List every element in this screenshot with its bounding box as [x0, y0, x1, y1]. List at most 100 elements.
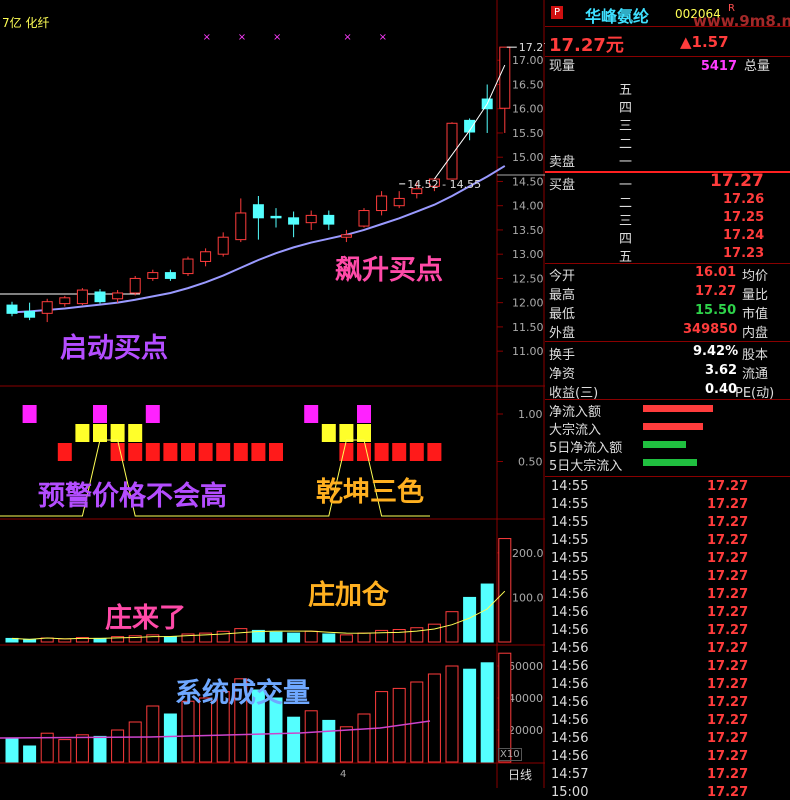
qk-red-block — [409, 443, 424, 461]
flow-net-bar — [643, 405, 713, 412]
surge-buy-label: 飙升买点 — [335, 255, 443, 286]
qiankun-label: 乾坤三色 — [316, 477, 424, 508]
tick-price: 17.27 — [707, 533, 749, 548]
volume-bar — [427, 623, 441, 643]
price-tick-label: 13.00 — [512, 248, 544, 261]
candle-body — [499, 46, 511, 109]
signal-marker: × — [379, 32, 387, 43]
tick-time: 14:56 — [551, 641, 589, 656]
stat-turnover-value: 9.42% — [693, 344, 739, 359]
sell-book-title: 卖盘 — [549, 155, 576, 170]
qk-red-block — [251, 443, 266, 461]
qk-red-block — [357, 443, 371, 461]
dealer-add-label: 庄加仓 — [308, 580, 389, 611]
ind-tick-label: 0.50 — [518, 456, 543, 469]
candle-body — [76, 289, 88, 305]
tick-time: 14:56 — [551, 731, 589, 746]
qk-red-block — [392, 443, 407, 461]
last-price: 17.27元 — [549, 35, 624, 56]
buy-level-3-label: 三 — [619, 214, 633, 229]
qk-red-block — [145, 443, 160, 461]
candle-body — [376, 195, 388, 212]
vol-tick-label: 100.0 — [512, 591, 544, 604]
kline-chart-area[interactable]: 17.00 16.50 16.00 15.50 15.00 14.50 14.00 13.50… — [0, 0, 545, 788]
qk-red-block — [163, 443, 178, 461]
tick-price: 17.27 — [707, 551, 749, 566]
flow-5d-net-bar — [643, 441, 686, 448]
sysvol-bar — [445, 665, 459, 763]
price-tick-label: 17.00 — [512, 54, 544, 67]
tick-price: 17.27 — [707, 605, 749, 620]
start-buy-label: 启动买点 — [60, 333, 168, 364]
sell-level-2: 二 — [619, 137, 633, 152]
qk-red-block — [216, 443, 231, 461]
period-label[interactable]: 日线 — [508, 766, 532, 783]
tick-price: 17.27 — [707, 749, 749, 764]
tick-time: 14:55 — [551, 551, 589, 566]
sysvol-bar — [111, 729, 125, 763]
volume-bar — [392, 629, 406, 643]
candle-body — [358, 210, 370, 227]
tick-time: 14:55 — [551, 515, 589, 530]
flow-5d-net-label: 5日净流入额 — [549, 441, 623, 456]
volume-bar — [128, 635, 142, 643]
quote-panel: P 华峰氨纶 002064 R www.9m8.net 17.27元 ▲1.57… — [545, 0, 790, 800]
tick-price: 17.27 — [707, 695, 749, 710]
volume-bar — [216, 630, 230, 643]
sysvol-bar — [93, 735, 107, 763]
sell-level-1: 一 — [619, 155, 633, 170]
candle-body — [94, 291, 106, 303]
qk-red-block — [269, 443, 283, 461]
buy-level-5-price: 17.23 — [723, 246, 765, 261]
candle-body — [393, 197, 405, 207]
volume-bar — [445, 611, 459, 643]
candle-body — [305, 214, 317, 224]
stat-outer-value: 349850 — [683, 322, 738, 337]
stat-low-right: 市值 — [742, 307, 769, 322]
buy-level-1-price: 17.27 — [710, 171, 764, 191]
system-volume-label: 系统成交量 — [175, 678, 310, 709]
high-marker-label: 17.27 — [519, 41, 545, 54]
sysvol-bar — [75, 734, 89, 763]
tick-price: 17.27 — [707, 713, 749, 728]
price-change: ▲1.57 — [680, 33, 729, 51]
qk-magenta-block — [93, 405, 107, 423]
flow-block-label: 大宗流入 — [549, 423, 602, 438]
tick-price: 17.27 — [707, 623, 749, 638]
tick-time: 14:56 — [551, 623, 589, 638]
price-tick-label: 14.00 — [512, 200, 544, 213]
price-tick-label: 11.00 — [512, 345, 544, 358]
candle-body — [323, 214, 335, 225]
stat-turnover-label: 换手 — [549, 348, 576, 363]
buy-level-1-label: 一 — [619, 178, 633, 193]
flow-5d-block-label: 5日大宗流入 — [549, 459, 623, 474]
candle-body — [147, 272, 159, 279]
sysvol-tick-label: 60000 — [508, 660, 543, 673]
vol-tick-label: 200.0 — [512, 547, 544, 560]
tick-time: 14:56 — [551, 677, 589, 692]
candle-body — [270, 215, 282, 219]
sysvol-bar — [163, 713, 177, 763]
signal-marker: × — [343, 32, 351, 43]
sysvol-bar — [357, 713, 371, 763]
sysvol-bar — [58, 739, 72, 763]
stock-name[interactable]: 华峰氨纶 — [585, 3, 649, 27]
buy-level-4-label: 四 — [619, 232, 633, 247]
sysvol-bar — [427, 673, 441, 763]
range-marker-label: 14.52 - 14.55 — [407, 178, 481, 191]
tick-price: 17.27 — [707, 641, 749, 656]
volume-bar — [498, 538, 512, 643]
stat-open-label: 今开 — [549, 269, 576, 284]
tick-price: 17.27 — [707, 785, 749, 800]
tick-time: 14:56 — [551, 587, 589, 602]
stat-high-right: 量比 — [742, 288, 769, 303]
candle-body — [129, 277, 141, 294]
price-tick-label: 15.00 — [512, 151, 544, 164]
price-tick-label: 16.00 — [512, 103, 544, 116]
volume-bar — [304, 630, 318, 643]
warning-label: 预警价格不会高 — [38, 481, 227, 512]
qk-red-block — [181, 443, 195, 461]
sysvol-tick-label: 20000 — [508, 724, 543, 737]
volume-bar — [287, 632, 301, 643]
candle-body — [217, 236, 229, 255]
